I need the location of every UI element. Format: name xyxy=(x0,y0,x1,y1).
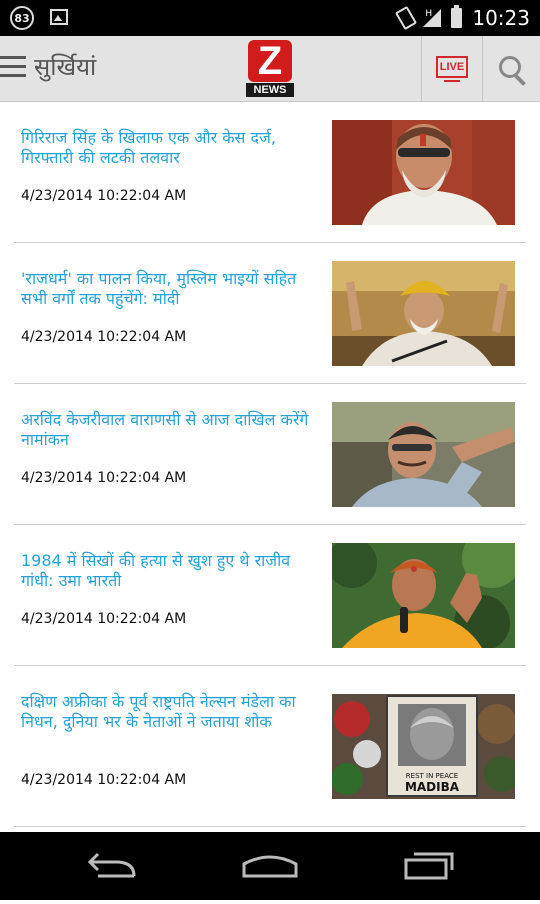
recent-apps-button[interactable] xyxy=(368,832,488,900)
menu-icon[interactable] xyxy=(0,56,26,78)
logo-letter: Z xyxy=(248,40,292,82)
news-headline[interactable]: 'राजधर्म' का पालन किया, मुस्लिम भाइयों स… xyxy=(21,269,321,309)
news-thumbnail[interactable]: REST IN PEACE MADIBA xyxy=(332,694,515,799)
news-thumbnail[interactable] xyxy=(332,402,515,507)
news-list[interactable]: गिरिराज सिंह के खिलाफ एक और केस दर्ज, गि… xyxy=(0,102,540,832)
sign-text-line1: REST IN PEACE xyxy=(406,772,458,780)
news-timestamp: 4/23/2014 10:22:04 AM xyxy=(21,188,187,204)
image-notification-icon xyxy=(50,9,68,25)
news-headline[interactable]: दक्षिण अफ्रीका के पूर्व राष्ट्रपति नेल्स… xyxy=(21,692,321,732)
live-tv-icon: LIVE xyxy=(436,56,468,82)
news-thumbnail[interactable] xyxy=(332,543,515,648)
search-button[interactable] xyxy=(483,36,540,102)
news-headline[interactable]: गिरिराज सिंह के खिलाफ एक और केस दर्ज, गि… xyxy=(21,128,321,168)
page-title[interactable]: सुर्खियां xyxy=(34,50,96,83)
live-tv-button[interactable]: LIVE xyxy=(422,36,482,102)
home-button[interactable] xyxy=(210,832,330,900)
news-timestamp: 4/23/2014 10:22:04 AM xyxy=(21,470,187,486)
news-headline[interactable]: 1984 में सिखों की हत्या से खुश हुए थे रा… xyxy=(21,551,321,591)
recent-apps-icon xyxy=(404,858,448,880)
zee-news-logo: Z NEWS xyxy=(246,40,294,98)
home-icon xyxy=(242,855,298,878)
news-item[interactable]: अरविंद केजरीवाल वाराणसी से आज दाखिल करें… xyxy=(14,384,526,524)
news-timestamp: 4/23/2014 10:22:04 AM xyxy=(21,772,187,788)
back-button[interactable] xyxy=(52,832,172,900)
news-thumbnail[interactable] xyxy=(332,261,515,366)
app-bar: सुर्खियां Z NEWS LIVE xyxy=(0,36,540,102)
logo-text: NEWS xyxy=(246,83,294,97)
news-item[interactable]: दक्षिण अफ्रीका के पूर्व राष्ट्रपति नेल्स… xyxy=(14,666,526,826)
news-item[interactable]: 1984 में सिखों की हत्या से खुश हुए थे रा… xyxy=(14,525,526,665)
news-thumbnail[interactable] xyxy=(332,120,515,225)
sign-text-line2: MADIBA xyxy=(405,780,460,794)
news-headline[interactable]: अरविंद केजरीवाल वाराणसी से आज दाखिल करें… xyxy=(21,410,321,450)
status-right-group: H 10:23 xyxy=(395,0,530,36)
news-timestamp: 4/23/2014 10:22:04 AM xyxy=(21,329,187,345)
divider xyxy=(14,826,526,827)
clock: 10:23 xyxy=(472,6,530,30)
network-type: H xyxy=(425,9,433,19)
vibrate-icon xyxy=(395,5,418,31)
signal-icon: H xyxy=(423,9,442,27)
news-timestamp: 4/23/2014 10:22:04 AM xyxy=(21,611,187,627)
system-navigation-bar xyxy=(0,832,540,900)
battery-icon xyxy=(451,5,463,28)
news-item[interactable]: 'राजधर्म' का पालन किया, मुस्लिम भाइयों स… xyxy=(14,243,526,383)
news-item[interactable]: गिरिराज सिंह के खिलाफ एक और केस दर्ज, गि… xyxy=(14,102,526,242)
notification-count-badge: 83 xyxy=(10,6,34,30)
status-bar: 83 H 10:23 xyxy=(0,0,540,36)
